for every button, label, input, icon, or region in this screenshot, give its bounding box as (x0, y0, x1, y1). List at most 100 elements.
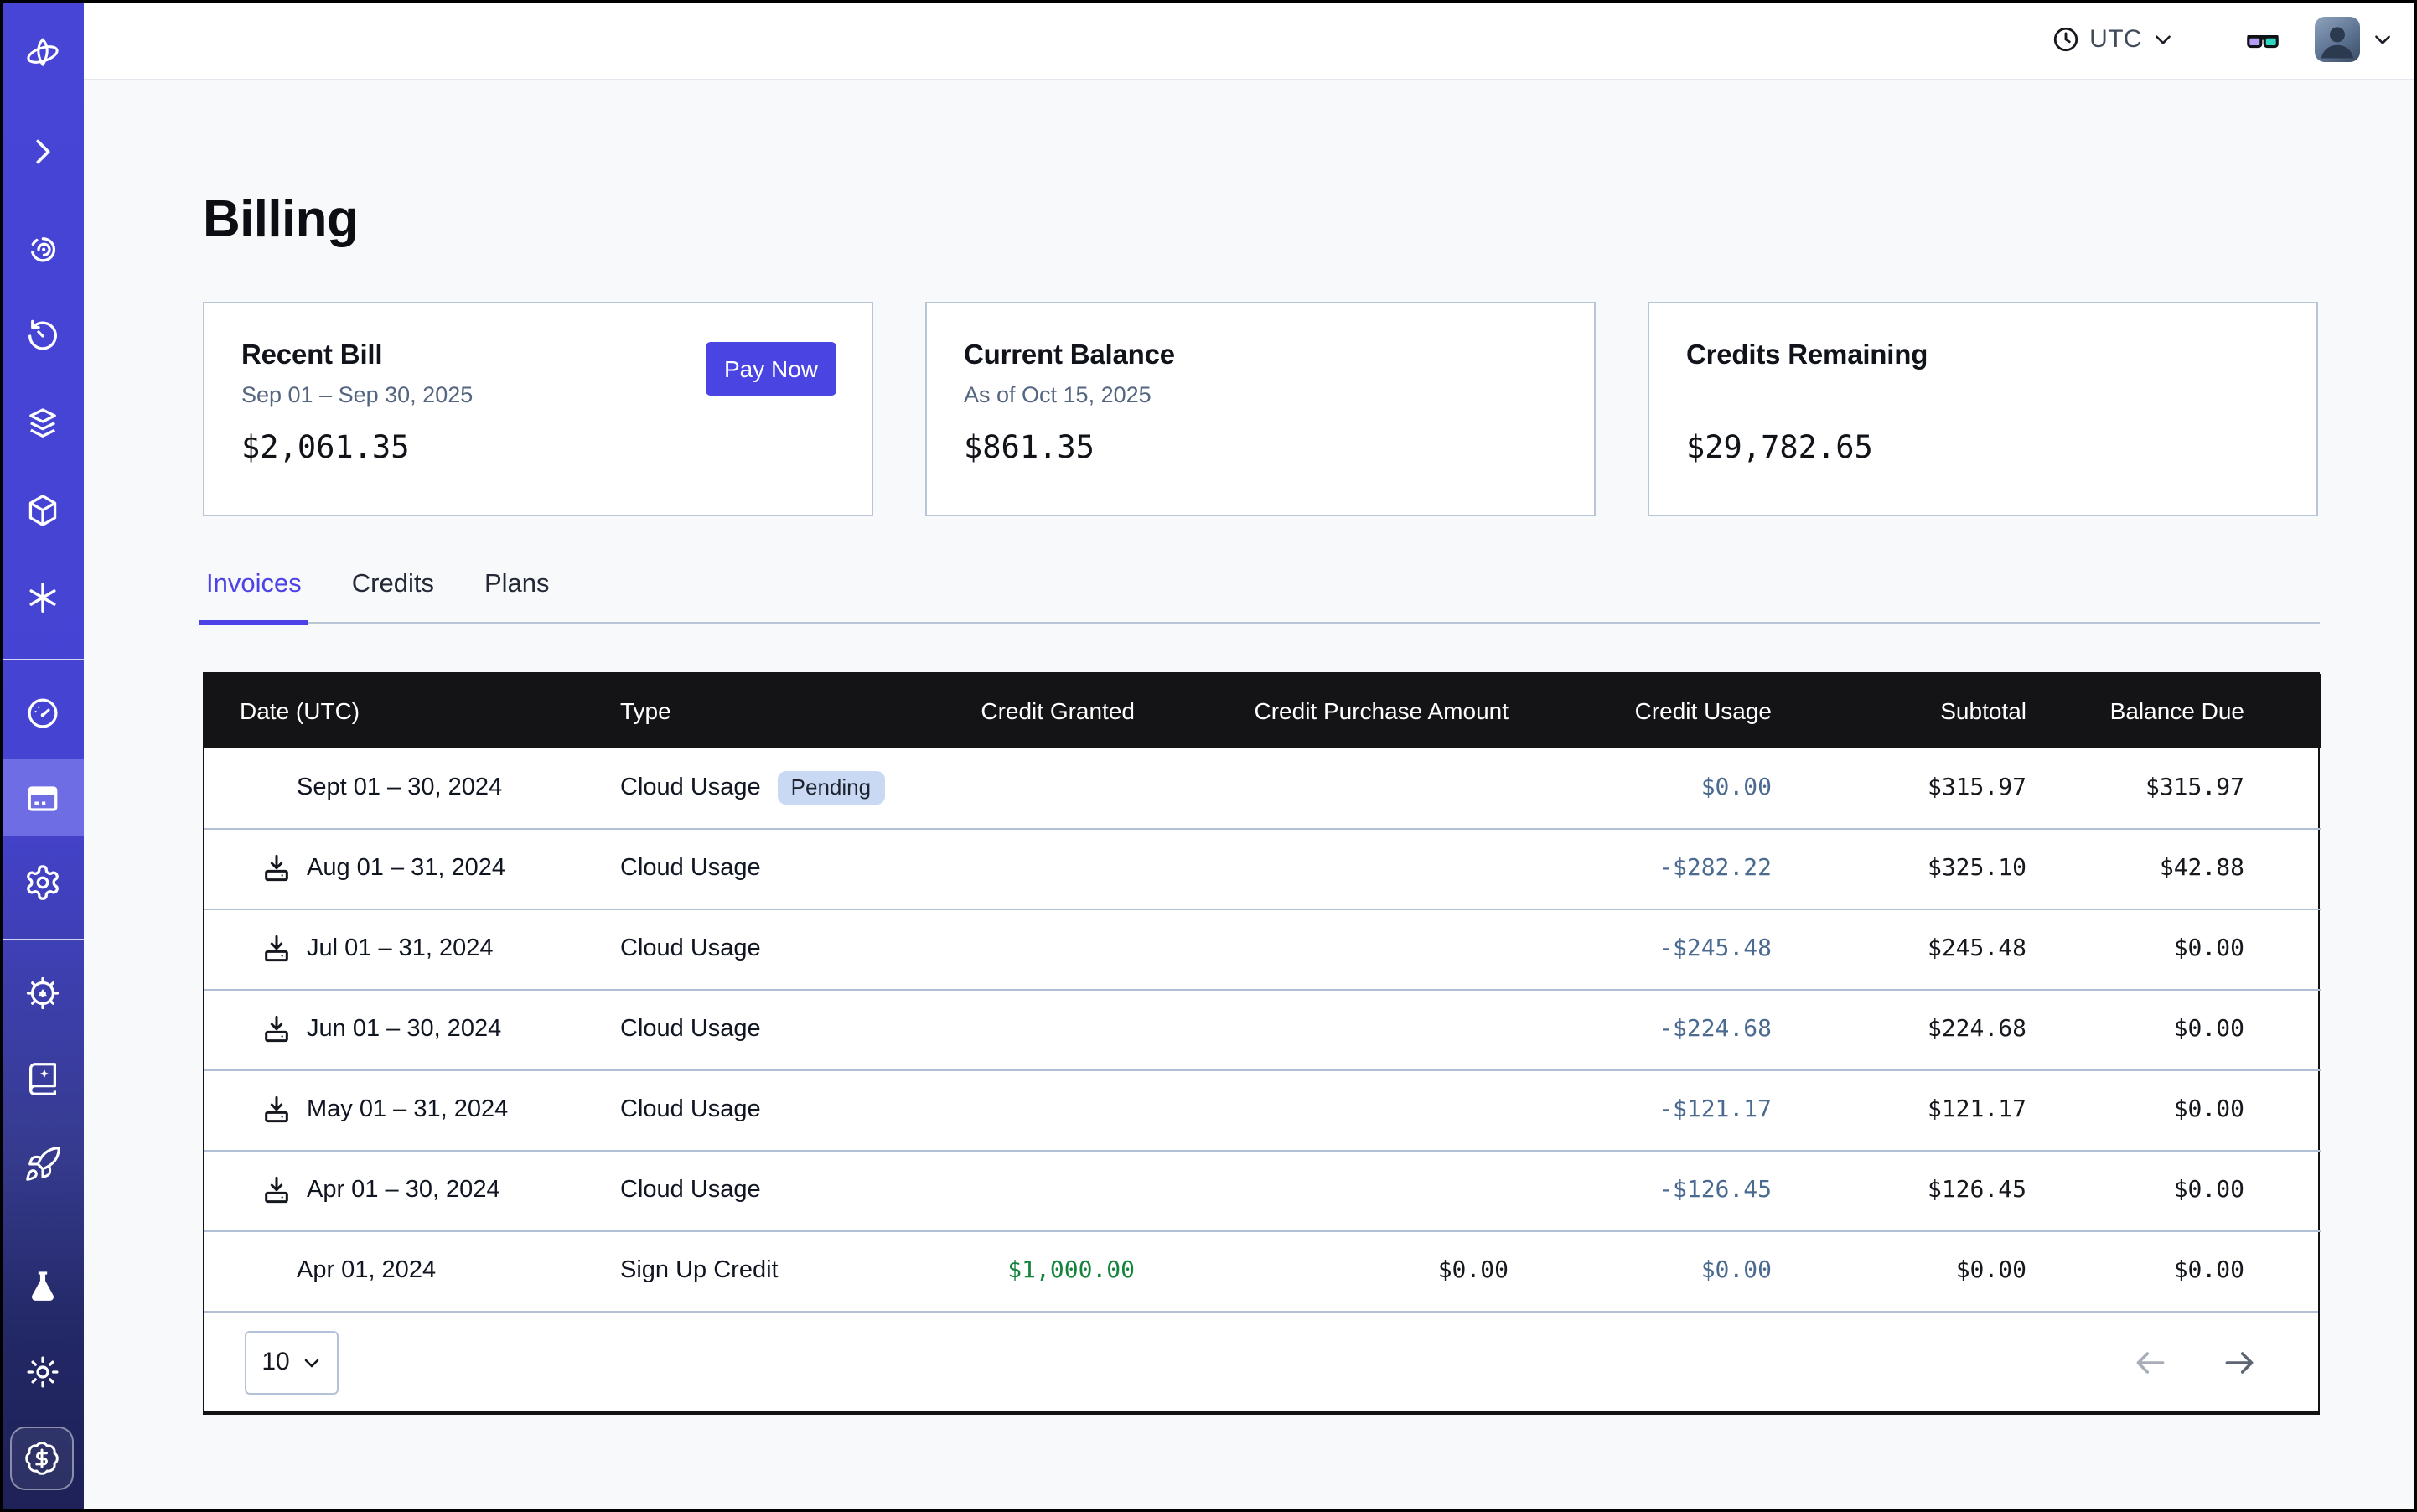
clock-icon (2051, 25, 2079, 54)
credit-usage-value: -$224.68 (1509, 989, 1772, 1069)
timezone-selector[interactable]: UTC (2051, 25, 2174, 54)
subtotal-value: $315.97 (1772, 748, 2026, 828)
balance-due-value: $0.00 (2026, 989, 2321, 1069)
table-pagination: 10 (204, 1311, 2318, 1411)
download-invoice-icon[interactable] (260, 932, 293, 966)
col-type: Type (620, 674, 924, 748)
pay-now-button[interactable]: Pay Now (706, 342, 836, 396)
invoice-row: May 01 – 31, 2024 Cloud Usage -$121.17 $… (204, 1069, 2321, 1150)
card-title: Current Balance (964, 340, 1557, 372)
credit-granted-value (924, 748, 1135, 828)
support-wheel-icon[interactable] (0, 962, 84, 1024)
invoice-type: Sign Up Credit (620, 1258, 779, 1285)
download-invoice-icon[interactable] (260, 1173, 293, 1207)
credit-usage-value: -$282.22 (1509, 828, 1772, 909)
page-size-select[interactable]: 10 (245, 1330, 339, 1394)
credit-purchase-value (1135, 989, 1509, 1069)
summary-cards: Recent Bill Sep 01 – Sep 30, 2025 $2,061… (203, 302, 2320, 516)
subtotal-value: $0.00 (1772, 1230, 2026, 1311)
balance-due-value: $0.00 (2026, 1150, 2321, 1230)
col-subtotal: Subtotal (1772, 674, 2026, 748)
balance-due-value: $315.97 (2026, 748, 2321, 828)
invoice-type: Cloud Usage (620, 855, 761, 882)
col-date: Date (UTC) (204, 674, 620, 748)
invoice-date: Apr 01 – 30, 2024 (307, 1177, 500, 1204)
prev-page-button[interactable] (2132, 1344, 2169, 1380)
invoice-type: Cloud Usage (620, 935, 761, 962)
credit-usage-value: -$121.17 (1509, 1069, 1772, 1150)
page-title: Billing (203, 188, 2320, 250)
col-credit-purchase-amount: Credit Purchase Amount (1135, 674, 1509, 748)
invoice-type: Cloud Usage (620, 1016, 761, 1043)
balance-due-value: $0.00 (2026, 1069, 2321, 1150)
invoice-type: Cloud Usage (620, 774, 761, 801)
credit-usage-value: -$245.48 (1509, 909, 1772, 989)
subtotal-value: $224.68 (1772, 989, 2026, 1069)
history-timer-icon[interactable] (0, 305, 84, 367)
download-invoice-icon[interactable] (260, 1093, 293, 1126)
invoice-type: Cloud Usage (620, 1096, 761, 1123)
glasses-icon[interactable] (2244, 21, 2281, 58)
timezone-label: UTC (2089, 25, 2142, 54)
launch-rocket-icon[interactable] (0, 1133, 84, 1195)
subtotal-value: $245.48 (1772, 909, 2026, 989)
invoice-row: Apr 01, 2024 Sign Up Credit $1,000.00 $0… (204, 1230, 2321, 1311)
credit-granted-value (924, 828, 1135, 909)
credits-dollar-button[interactable] (0, 1427, 84, 1489)
docs-book-icon[interactable] (0, 1048, 84, 1110)
subtotal-value: $121.17 (1772, 1069, 2026, 1150)
invoice-date: Jul 01 – 31, 2024 (307, 935, 494, 962)
credits-remaining-amount: $29,782.65 (1686, 431, 2280, 466)
user-menu[interactable] (2315, 17, 2394, 62)
col-balance-due: Balance Due (2026, 674, 2321, 748)
layers-icon[interactable] (0, 392, 84, 454)
recent-bill-card: Recent Bill Sep 01 – Sep 30, 2025 $2,061… (203, 302, 873, 516)
labs-flask-icon[interactable] (0, 1256, 84, 1318)
credit-granted-value (924, 1069, 1135, 1150)
current-balance-card: Current Balance As of Oct 15, 2025 $861.… (925, 302, 1596, 516)
card-subtitle (1686, 382, 2280, 409)
billing-tabs: Invoices Credits Plans (203, 570, 2320, 624)
page-size-value: 10 (261, 1348, 289, 1376)
invoice-date: Aug 01 – 31, 2024 (307, 855, 505, 882)
usage-gauge-icon[interactable] (0, 682, 84, 744)
sidebar-item-billing[interactable] (0, 759, 84, 836)
tab-plans[interactable]: Plans (481, 570, 553, 622)
theme-sun-icon[interactable] (0, 1341, 84, 1403)
next-page-button[interactable] (2221, 1344, 2258, 1380)
download-invoice-icon[interactable] (260, 852, 293, 885)
tab-invoices[interactable]: Invoices (203, 570, 305, 622)
credit-purchase-value (1135, 1069, 1509, 1150)
balance-due-value: $0.00 (2026, 909, 2321, 989)
invoice-row: Jun 01 – 30, 2024 Cloud Usage -$224.68 $… (204, 989, 2321, 1069)
invoice-date: May 01 – 31, 2024 (307, 1096, 508, 1123)
credit-purchase-value (1135, 748, 1509, 828)
settings-gear-icon[interactable] (0, 852, 84, 914)
invoice-row: Apr 01 – 30, 2024 Cloud Usage -$126.45 $… (204, 1150, 2321, 1230)
credit-usage-value: -$126.45 (1509, 1150, 1772, 1230)
invoice-date: Jun 01 – 30, 2024 (307, 1016, 501, 1043)
credit-granted-value (924, 1150, 1135, 1230)
expand-chevron-icon[interactable] (0, 121, 84, 183)
invoice-row: Sept 01 – 30, 2024 Cloud Usage Pending $… (204, 748, 2321, 828)
chevron-down-icon (2152, 28, 2174, 50)
download-invoice-icon[interactable] (260, 1012, 293, 1046)
col-credit-usage: Credit Usage (1509, 674, 1772, 748)
subtotal-value: $325.10 (1772, 828, 2026, 909)
recent-bill-amount: $2,061.35 (241, 431, 835, 466)
main-content: Billing Recent Bill Sep 01 – Sep 30, 202… (84, 80, 2417, 1512)
user-avatar (2315, 17, 2360, 62)
asterisk-icon[interactable] (0, 567, 84, 629)
arrow-left-icon (2132, 1344, 2169, 1380)
credit-granted-value (924, 989, 1135, 1069)
invoices-table: Date (UTC) Type Credit Granted Credit Pu… (203, 672, 2320, 1415)
observe-spiral-icon[interactable] (0, 218, 84, 280)
logo-orbit-icon[interactable] (0, 23, 84, 85)
credit-usage-value: $0.00 (1509, 1230, 1772, 1311)
credit-granted-value: $1,000.00 (924, 1230, 1135, 1311)
box-icon[interactable] (0, 479, 84, 541)
credits-remaining-card: Credits Remaining $29,782.65 (1648, 302, 2318, 516)
credit-purchase-value (1135, 1150, 1509, 1230)
tab-credits[interactable]: Credits (349, 570, 437, 622)
card-subtitle: As of Oct 15, 2025 (964, 382, 1557, 409)
